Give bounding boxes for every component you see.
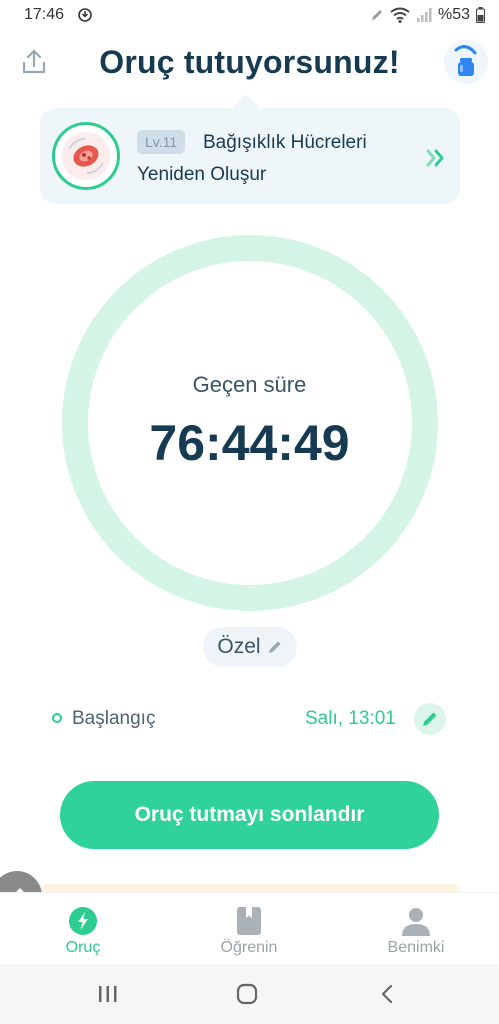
start-label: Başlangıç <box>72 708 156 729</box>
nav-item-fasting[interactable]: Oruç <box>23 893 143 965</box>
lightning-icon <box>69 907 97 935</box>
person-icon <box>402 908 430 936</box>
nav-item-profile[interactable]: Benimki <box>356 893 476 965</box>
nav-label: Oruç <box>65 939 101 956</box>
status-icons: %53 <box>370 6 485 24</box>
immune-cell-icon <box>62 132 110 180</box>
wifi-icon <box>390 7 410 23</box>
double-chevron-right-icon[interactable] <box>424 146 448 170</box>
elapsed-time-label: Geçen süre <box>192 372 307 397</box>
bottom-navigation: Oruç Öğrenin Benimki <box>0 892 499 965</box>
home-icon[interactable] <box>235 982 259 1006</box>
pen-status-icon <box>371 10 382 20</box>
system-navigation-bar <box>0 964 499 1024</box>
stage-title-line1: Bağışıklık Hücreleri <box>203 132 367 153</box>
water-tracker-button[interactable] <box>444 40 488 84</box>
fasting-plan-label: Özel <box>217 635 261 658</box>
page-title: Oruç tutuyorsunuz! <box>99 44 400 80</box>
stage-title-line2: Yeniden Oluşur <box>137 164 267 185</box>
water-bottle-icon <box>454 45 477 76</box>
status-time: 17:46 <box>24 6 65 23</box>
start-indicator-dot <box>52 713 62 723</box>
recent-apps-icon[interactable] <box>96 984 120 1004</box>
back-icon[interactable] <box>376 982 400 1006</box>
start-time-value[interactable]: Salı, 13:01 <box>305 708 396 730</box>
content-peek-strip <box>40 884 460 892</box>
stage-icon <box>52 122 120 190</box>
book-icon <box>237 907 261 935</box>
battery-icon <box>476 7 485 23</box>
elapsed-time-value: 76:44:49 <box>149 415 350 471</box>
edit-start-button[interactable] <box>414 703 446 735</box>
pencil-icon <box>423 712 437 726</box>
pencil-icon <box>268 641 281 653</box>
nav-label: Öğrenin <box>220 939 278 956</box>
status-bar: 17:46 %53 <box>0 0 499 32</box>
nav-label: Benimki <box>387 939 445 956</box>
sync-icon <box>78 8 92 22</box>
fasting-plan-chip[interactable]: Özel <box>203 627 297 667</box>
end-fast-button[interactable]: Oruç tutmayı sonlandır <box>60 781 439 849</box>
signal-icon <box>416 8 432 22</box>
level-badge: Lv.11 <box>137 130 186 154</box>
nav-item-learn[interactable]: Öğrenin <box>189 893 309 965</box>
battery-text: %53 <box>437 6 470 23</box>
